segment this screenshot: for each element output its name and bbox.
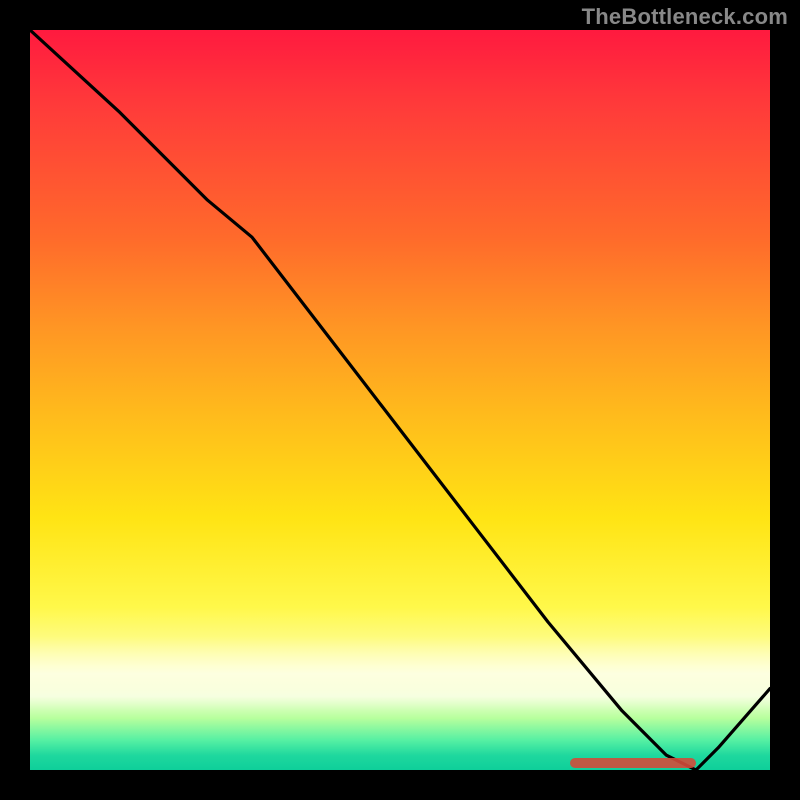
watermark-text: TheBottleneck.com [582,4,788,30]
curve-path [30,30,770,770]
plot-area [30,30,770,770]
chart-stage: TheBottleneck.com [0,0,800,800]
bottom-marker-band [570,758,696,768]
line-curve [30,30,770,770]
